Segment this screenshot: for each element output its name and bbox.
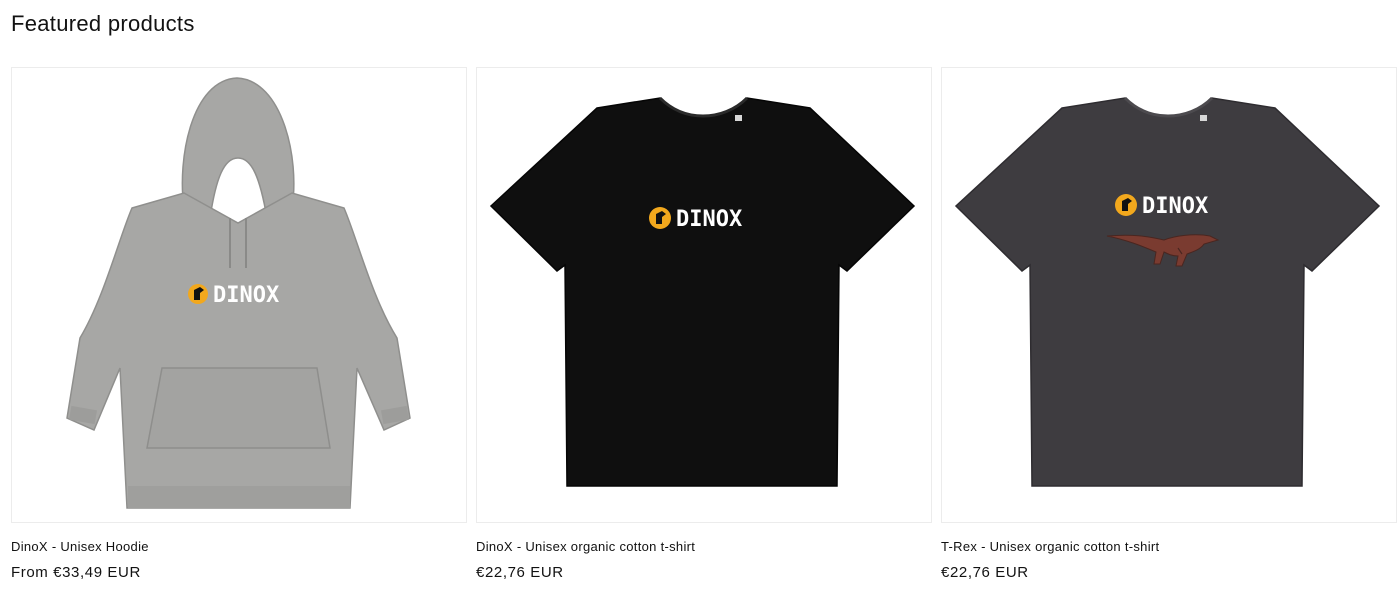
product-price: €22,76 EUR	[476, 564, 564, 581]
logo-text: DINOX	[676, 207, 742, 232]
product-title-link[interactable]: DinoX - Unisex Hoodie	[11, 540, 467, 553]
featured-products-section: Featured products DINOX DinoX - Unisex H…	[0, 0, 1400, 592]
product-grid: DINOX DinoX - Unisex Hoodie From €33,49 …	[11, 67, 1397, 580]
product-price: €22,76 EUR	[941, 564, 1029, 581]
product-image-link[interactable]: DINOX	[11, 67, 467, 523]
section-title: Featured products	[11, 11, 195, 36]
product-price: From €33,49 EUR	[11, 564, 141, 581]
product-title-link[interactable]: T-Rex - Unisex organic cotton t-shirt	[941, 540, 1397, 553]
product-card[interactable]: DINOX T-Rex - Unisex organic cotton t-sh…	[941, 67, 1397, 580]
hoodie-icon: DINOX	[66, 77, 411, 509]
product-title-link[interactable]: DinoX - Unisex organic cotton t-shirt	[476, 540, 932, 553]
tshirt-icon: DINOX	[954, 96, 1381, 487]
logo-text: DINOX	[213, 283, 279, 308]
product-image-link[interactable]: DINOX	[476, 67, 932, 523]
product-card[interactable]: DINOX DinoX - Unisex organic cotton t-sh…	[476, 67, 932, 580]
tshirt-icon: DINOX	[489, 96, 916, 487]
product-card[interactable]: DINOX DinoX - Unisex Hoodie From €33,49 …	[11, 67, 467, 580]
logo-text: DINOX	[1142, 194, 1208, 219]
product-image-link[interactable]: DINOX	[941, 67, 1397, 523]
